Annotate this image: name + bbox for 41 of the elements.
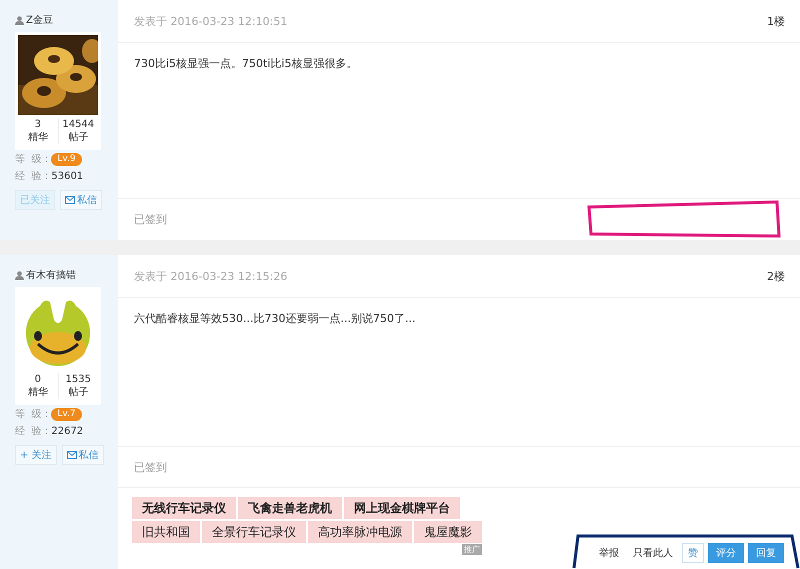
- post-content: 730比i5核显强一点。750ti比i5核显强很多。: [133, 56, 358, 72]
- stat-label: 帖子: [68, 386, 88, 399]
- floor-number: 1楼: [767, 14, 785, 28]
- stat-label: 精华: [28, 386, 48, 399]
- experience-label: 经 验：: [15, 425, 52, 438]
- ad-link[interactable]: 鬼屋魔影: [414, 521, 482, 543]
- user-icon: [15, 270, 24, 280]
- level-badge: Lv.7: [51, 408, 82, 420]
- ad-link[interactable]: 全景行车记录仪: [202, 521, 306, 543]
- experience-value: 22672: [51, 426, 84, 436]
- level-badge: Lv.9: [51, 152, 82, 166]
- signature-text: 已签到: [134, 212, 167, 227]
- like-button[interactable]: 赞: [682, 543, 704, 563]
- author-name[interactable]: 有木有搞错: [15, 267, 118, 283]
- ad-link[interactable]: 高功率脉冲电源: [308, 521, 412, 543]
- post-content: 六代酷睿核显等效530...比730还要弱一点...别说750了...: [133, 311, 416, 327]
- post-time: 发表于 2016-03-23 12:15:26: [134, 268, 288, 284]
- stat-value: 1535: [66, 373, 91, 386]
- author-name[interactable]: Z金豆: [15, 12, 118, 28]
- experience-value: 53601: [51, 170, 84, 182]
- signature-text: 已签到: [134, 460, 167, 474]
- floor-number: 2楼: [767, 268, 785, 284]
- ad-link[interactable]: 飞禽走兽老虎机: [238, 497, 342, 519]
- post-time: 发表于 2016-03-23 12:10:51: [134, 14, 288, 28]
- level-label: 等 级：: [15, 408, 52, 421]
- ad-tag: 推广: [462, 544, 482, 555]
- action-link[interactable]: 只看此人: [628, 543, 678, 563]
- ad-link[interactable]: 网上现金棋牌平台: [344, 497, 460, 519]
- stat-value: 0: [34, 373, 41, 386]
- stat-label: 精华: [28, 131, 48, 144]
- user-icon: [15, 16, 24, 24]
- action-link[interactable]: 举报: [594, 543, 624, 563]
- ad-link[interactable]: 旧共和国: [132, 521, 200, 543]
- experience-label: 经 验：: [15, 170, 52, 183]
- stat-label: 帖子: [68, 131, 88, 144]
- stat-value: 3: [34, 118, 41, 131]
- level-label: 等 级：: [15, 153, 52, 166]
- envelope-icon: [66, 451, 77, 459]
- envelope-icon: [65, 196, 75, 204]
- stat-value: 14544: [62, 118, 94, 131]
- ad-link[interactable]: 无线行车记录仪: [132, 497, 236, 519]
